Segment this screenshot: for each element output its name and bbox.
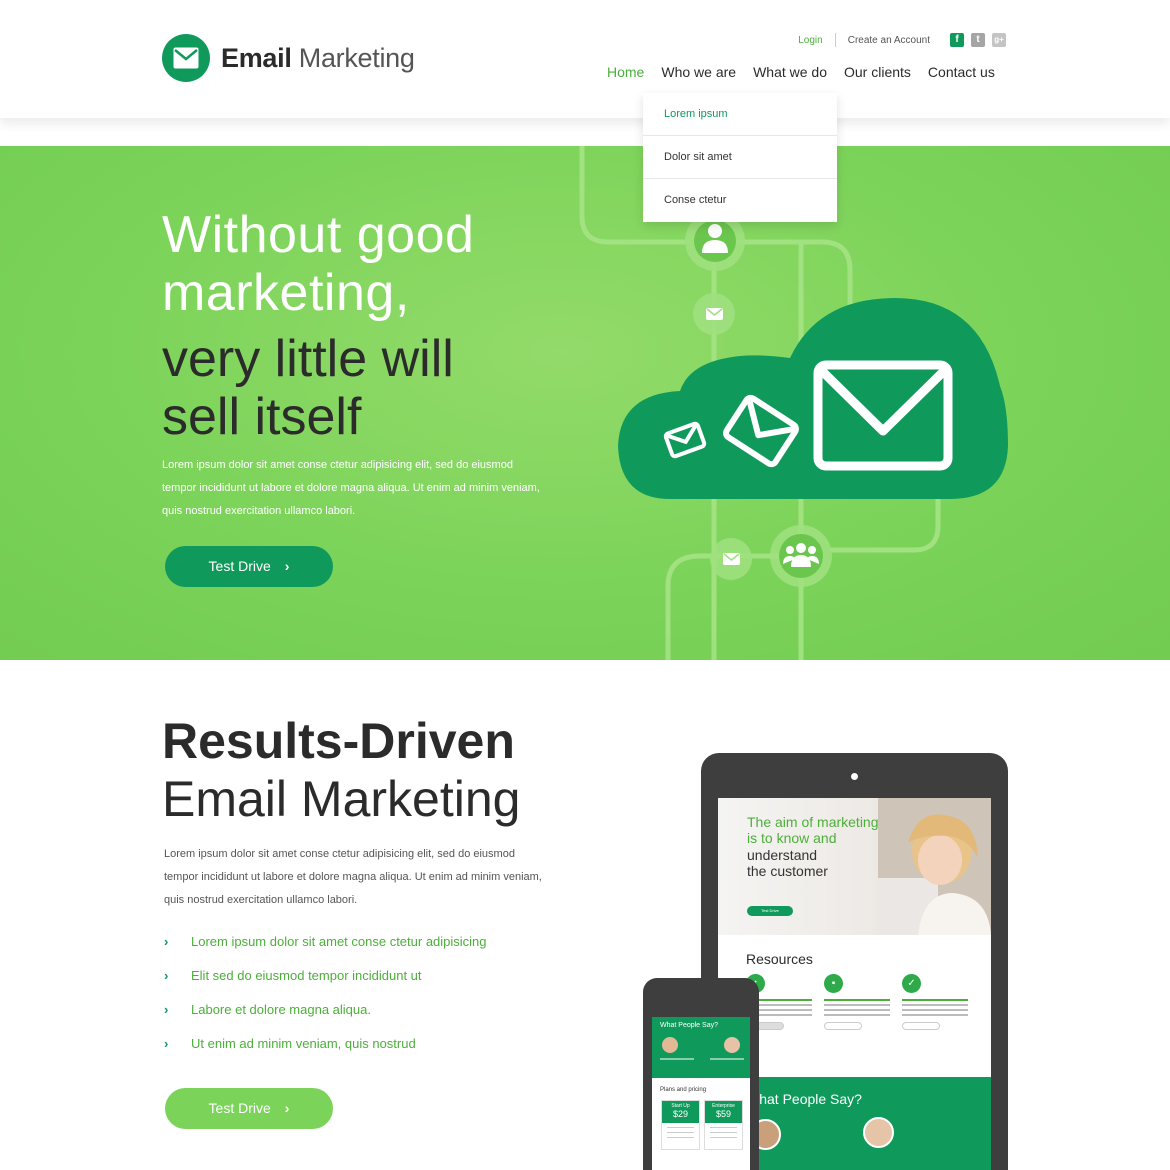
list-item-text: Ut enim ad minim veniam, quis nostrud xyxy=(191,1036,416,1051)
logo-text-light: Marketing xyxy=(298,42,415,73)
tablet-test-drive-button: Test Drive xyxy=(747,906,793,916)
dropdown-menu: Lorem ipsum Dolor sit amet Conse ctetur xyxy=(643,93,837,222)
logo[interactable]: Email Marketing xyxy=(162,34,415,82)
resource-column: ✓ xyxy=(902,974,968,1030)
nav-item-our-clients[interactable]: Our clients xyxy=(844,64,911,80)
logo-text-bold: Email xyxy=(221,42,292,73)
phone-plans-title: Plans and pricing xyxy=(660,1087,707,1093)
test-drive-label: Test Drive xyxy=(208,1100,271,1116)
chevron-right-icon: › xyxy=(164,1002,169,1017)
envelope-icon xyxy=(162,34,210,82)
cloud-icon xyxy=(618,298,1008,499)
chevron-right-icon: › xyxy=(284,1100,290,1116)
hero-title-line2: marketing, xyxy=(162,264,410,322)
hero-title-dark: very little will sell itself xyxy=(162,330,454,446)
phone-screen: What People Say? Plans and pricing Start… xyxy=(652,1017,750,1170)
test-drive-label: Test Drive xyxy=(208,558,271,574)
nav-item-home[interactable]: Home xyxy=(607,64,644,80)
chevron-right-icon: › xyxy=(284,558,290,574)
divider xyxy=(834,33,836,47)
mail-node-icon xyxy=(693,293,735,335)
phone-mockup: What People Say? Plans and pricing Start… xyxy=(643,978,759,1170)
login-link[interactable]: Login xyxy=(798,35,822,46)
phone-testimonials: What People Say? xyxy=(652,1017,750,1078)
dropdown-item-dolor-sit-amet[interactable]: Dolor sit amet xyxy=(643,136,837,179)
hero-description: Lorem ipsum dolor sit amet conse ctetur … xyxy=(162,459,540,517)
plan-price: $59 xyxy=(715,1109,732,1119)
avatar xyxy=(662,1037,678,1053)
hero-title-white: Without good marketing, xyxy=(162,206,474,322)
hero-section: Without good marketing, very little will… xyxy=(0,146,1170,660)
chevron-right-icon: › xyxy=(164,934,169,949)
section-title: Results-Driven Email Marketing xyxy=(162,712,520,828)
main-nav: Home Who we are What we do Our clients C… xyxy=(607,64,995,80)
avatar xyxy=(724,1037,740,1053)
section-title-bold: Results-Driven xyxy=(162,713,515,769)
dropdown-item-conse-ctetur[interactable]: Conse ctetur xyxy=(643,179,837,222)
plan-card: Enterprise $59 xyxy=(704,1100,743,1150)
tablet-hero-line1: The aim of marketing xyxy=(747,814,879,830)
tablet-testimonial-title: What People Say? xyxy=(746,1091,862,1107)
plan-card: Start Up $29 xyxy=(661,1100,700,1150)
social-links: f t g+ xyxy=(950,33,1006,47)
feature-list: › Lorem ipsum dolor sit amet conse ctetur… xyxy=(164,934,487,1070)
list-item-text: Lorem ipsum dolor sit amet conse ctetur … xyxy=(191,934,487,949)
create-account-link[interactable]: Create an Account xyxy=(848,35,930,46)
group-node-icon xyxy=(770,525,832,587)
top-links: Login Create an Account xyxy=(798,33,930,47)
list-item: › Lorem ipsum dolor sit amet conse ctetur… xyxy=(164,934,487,968)
list-item-text: Elit sed do eiusmod tempor incididunt ut xyxy=(191,968,422,983)
test-drive-button-2[interactable]: Test Drive › xyxy=(165,1088,333,1129)
logo-text: Email Marketing xyxy=(221,43,415,74)
hero-title-line4: sell itself xyxy=(162,388,362,446)
tablet-resources-title: Resources xyxy=(746,951,813,967)
thumbs-up-icon: ✓ xyxy=(902,974,921,993)
cart-icon: ▪ xyxy=(824,974,843,993)
site-header: Email Marketing Login Create an Account … xyxy=(0,0,1170,118)
nav-item-who-we-are[interactable]: Who we are xyxy=(661,64,736,80)
phone-testimonial-title: What People Say? xyxy=(660,1022,718,1029)
twitter-icon[interactable]: t xyxy=(971,33,985,47)
chevron-right-icon: › xyxy=(164,1036,169,1051)
tablet-hero: The aim of marketing is to know and unde… xyxy=(718,798,991,935)
mail-node-icon xyxy=(710,538,752,580)
list-item-text: Labore et dolore magna aliqua. xyxy=(191,1002,371,1017)
chevron-right-icon: › xyxy=(164,968,169,983)
nav-item-contact-us[interactable]: Contact us xyxy=(928,64,995,80)
tablet-hero-line4: the customer xyxy=(747,863,828,879)
hero-title-line3: very little will xyxy=(162,330,454,388)
facebook-icon[interactable]: f xyxy=(950,33,964,47)
section-title-light: Email Marketing xyxy=(162,771,521,827)
hero-title-line1: Without good xyxy=(162,206,475,264)
list-item: › Ut enim ad minim veniam, quis nostrud xyxy=(164,1036,487,1070)
avatar xyxy=(863,1117,894,1148)
list-item: › Labore et dolore magna aliqua. xyxy=(164,1002,487,1036)
dropdown-item-lorem-ipsum[interactable]: Lorem ipsum xyxy=(643,93,837,136)
section-description: Lorem ipsum dolor sit amet conse ctetur … xyxy=(164,848,542,906)
resource-column: ▪ xyxy=(824,974,890,1030)
plan-price: $29 xyxy=(672,1109,689,1119)
list-item: › Elit sed do eiusmod tempor incididunt u… xyxy=(164,968,487,1002)
tablet-hero-line3: understand xyxy=(747,847,818,863)
test-drive-button[interactable]: Test Drive › xyxy=(165,546,333,587)
tablet-hero-line2: is to know and xyxy=(747,830,837,846)
tablet-camera xyxy=(851,773,858,780)
google-plus-icon[interactable]: g+ xyxy=(992,33,1006,47)
woman-photo xyxy=(878,798,991,935)
nav-item-what-we-do[interactable]: What we do xyxy=(753,64,827,80)
